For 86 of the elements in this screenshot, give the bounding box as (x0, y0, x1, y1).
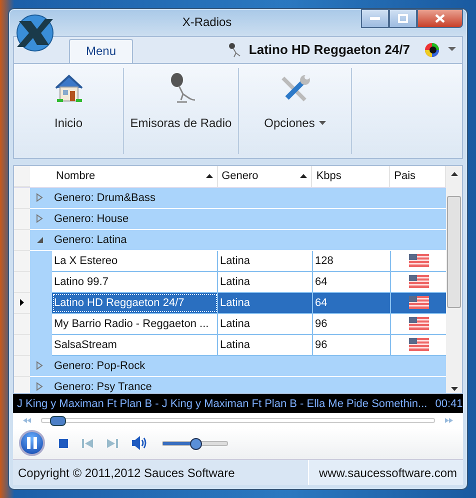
expand-arrow-icon[interactable] (36, 361, 44, 370)
rewind-icon[interactable] (23, 418, 31, 423)
maximize-icon (398, 14, 408, 23)
flag-icon (408, 254, 428, 268)
group-row[interactable]: Genero: Drum&Bass (30, 188, 446, 209)
flag-icon (408, 317, 428, 330)
group-label: Genero: Drum&Bass (54, 192, 156, 204)
column-header[interactable]: Kbps (312, 166, 390, 187)
scroll-thumb[interactable] (447, 196, 461, 308)
vertical-scrollbar[interactable] (446, 166, 462, 394)
table-cell: Latina (218, 250, 313, 271)
table-cell: Latino HD Reggaeton 24/7 (52, 292, 218, 313)
table-cell: 64 (313, 292, 391, 313)
fast-forward-icon[interactable] (445, 418, 453, 423)
station-row[interactable]: Latino HD Reggaeton 24/7 Latina 64 (52, 292, 446, 314)
website-text: www.saucessoftware.com (308, 460, 463, 486)
sort-arrow-icon (300, 174, 308, 178)
row-pointer-icon (20, 299, 24, 306)
microphone-icon (226, 42, 241, 58)
close-button[interactable] (417, 9, 463, 28)
sort-arrow-icon (206, 174, 213, 178)
maximize-button[interactable] (389, 9, 417, 28)
current-station: Latino HD Reggaeton 24/7 (248, 42, 410, 58)
elapsed-time: 00:41 (435, 398, 463, 410)
group-label: Genero: House (54, 212, 129, 225)
expand-arrow-icon[interactable] (36, 382, 44, 392)
expand-arrow-icon[interactable] (36, 193, 44, 202)
group-label: Genero: Pop-Rock (54, 360, 146, 372)
expand-arrow-icon[interactable] (36, 214, 44, 224)
group-row[interactable]: Genero: Latina (30, 230, 446, 251)
copyright-text: Copyright © 2011,2012 Sauces Software (17, 466, 236, 480)
table-cell: 96 (313, 314, 391, 334)
group-indent (30, 250, 52, 272)
station-row[interactable]: SalsaStream Latina 96 (52, 334, 446, 356)
row-header[interactable] (14, 292, 30, 314)
window-title: X-Radios (181, 15, 233, 30)
table-cell: La X Estereo (52, 250, 218, 271)
table-cell: Latina (218, 334, 313, 355)
menu-tab[interactable]: Menu (69, 38, 134, 63)
pause-icon (27, 437, 37, 449)
seek-track[interactable] (41, 418, 435, 423)
close-icon (435, 14, 445, 23)
minimize-icon (370, 16, 380, 20)
station-row[interactable]: My Barrio Radio - Reggaeton ... Latina 96 (52, 314, 446, 335)
table-cell: Latino 99.7 (52, 272, 218, 292)
play-pause-button[interactable] (19, 430, 45, 456)
color-wheel-icon[interactable] (424, 42, 440, 58)
column-header[interactable]: Nombre (52, 166, 218, 187)
dropdown-arrow-icon (318, 120, 326, 125)
dropdown-arrow-icon[interactable] (448, 47, 456, 52)
table-cell: SalsaStream (52, 334, 218, 355)
seek-thumb[interactable] (50, 416, 66, 426)
ribbon-button[interactable]: Opciones (239, 68, 352, 154)
flag-icon (408, 338, 428, 352)
column-header[interactable]: Genero (218, 166, 312, 187)
station-row[interactable]: La X Estereo Latina 128 (52, 250, 446, 272)
table-cell: 96 (313, 334, 391, 355)
table-cell: Latina (218, 292, 313, 313)
flag-icon (408, 296, 428, 310)
minimize-button[interactable] (361, 9, 389, 28)
speaker-icon[interactable] (132, 436, 148, 450)
group-row[interactable]: Genero: Psy Trance (30, 376, 446, 394)
ribbon-label: Inicio (54, 116, 82, 130)
station-row[interactable]: Latino 99.7 Latina 64 (52, 272, 446, 293)
ribbon-button[interactable]: Emisoras de Radio (124, 68, 239, 154)
group-label: Genero: Latina (54, 234, 127, 246)
now-playing-text: J King y Maximan Ft Plan B - J King y Maximan Ft Plan B - Ella Me Pide Somethin... (17, 398, 428, 410)
group-row[interactable]: Genero: House (30, 208, 446, 230)
table-cell: My Barrio Radio - Reggaeton ... (52, 314, 218, 334)
ribbon-button[interactable]: Inicio (14, 68, 124, 154)
scroll-down-icon[interactable] (450, 387, 458, 392)
next-icon[interactable] (107, 438, 118, 448)
flag-icon (408, 275, 428, 288)
collapse-arrow-icon[interactable] (36, 236, 44, 244)
group-label: Genero: Psy Trance (54, 380, 152, 393)
ribbon-label: Opciones (264, 116, 326, 130)
table-cell: 128 (313, 250, 391, 271)
group-row[interactable]: Genero: Pop-Rock (30, 356, 446, 377)
scroll-up-icon[interactable] (450, 172, 458, 176)
ribbon-label: Emisoras de Radio (130, 116, 232, 130)
previous-icon[interactable] (82, 438, 93, 448)
stop-icon[interactable] (59, 438, 68, 448)
table-cell: 64 (313, 272, 391, 292)
table-cell: Latina (218, 314, 313, 334)
volume-thumb[interactable] (190, 438, 202, 450)
table-cell: Latina (218, 272, 313, 292)
